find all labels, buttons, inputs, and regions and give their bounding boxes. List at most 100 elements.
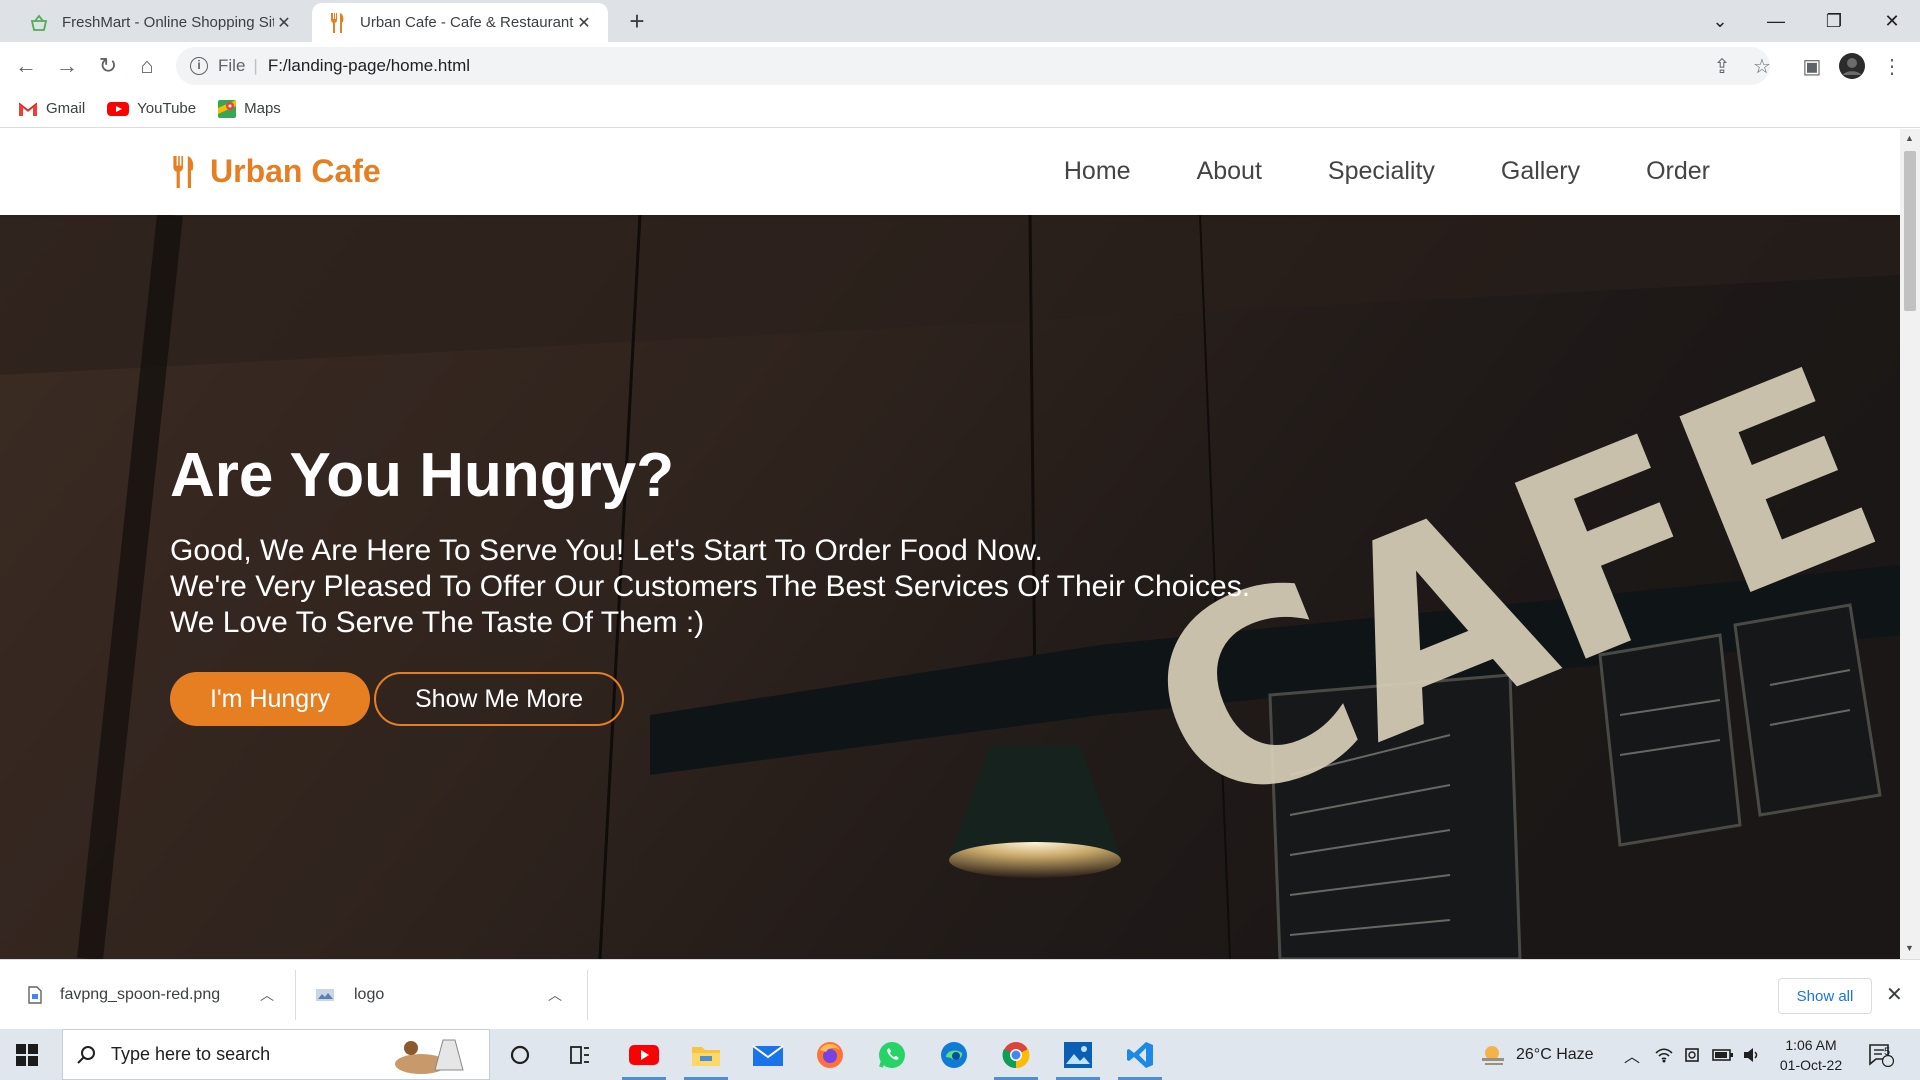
hero-section: CAFE Are You Hungry? Good, We Are Here T… [0,215,1900,959]
download-filename: logo [354,986,385,1003]
maps-icon [218,99,237,118]
minimize-button[interactable]: — [1748,0,1804,42]
vscode-icon[interactable] [1112,1029,1168,1080]
photos-icon[interactable] [1050,1029,1106,1080]
url-separator: | [253,56,258,75]
search-placeholder: Type here to search [111,1044,271,1064]
gmail-icon [18,101,38,117]
close-window-button[interactable]: ✕ [1864,0,1920,42]
site-info-icon[interactable]: i [190,57,208,75]
nav-speciality[interactable]: Speciality [1328,157,1435,186]
search-icon [77,1045,97,1065]
windows-taskbar: Type here to search 26°C Haze ︿ 1:06 AM … [0,1029,1920,1080]
download-filename: favpng_spoon-red.png [60,986,221,1003]
download-item[interactable]: logo ︿ [316,960,576,1030]
url-scheme: File [218,56,246,75]
new-tab-button[interactable]: + [622,6,652,36]
basket-icon [28,12,50,34]
fork-knife-icon [170,155,196,188]
tab-title: Urban Cafe - Cafe & Restaurant [360,14,574,31]
mail-icon[interactable] [740,1029,796,1080]
scroll-up-icon[interactable]: ▲ [1905,133,1914,143]
forward-button[interactable]: → [51,50,83,82]
address-bar[interactable]: i File | F:/landing-page/home.html [176,47,1770,85]
tab-urban-cafe[interactable]: Urban Cafe - Cafe & Restaurant ✕ [312,3,608,42]
im-hungry-button[interactable]: I'm Hungry [170,672,370,726]
divider [587,970,588,1020]
youtube-icon [107,101,130,117]
volume-icon[interactable] [1742,1029,1760,1080]
search-highlight-illustration [391,1034,483,1080]
network-icon[interactable] [1654,1029,1674,1080]
page-scrollbar[interactable]: ▲ ▼ [1900,129,1920,959]
scrollbar-thumb[interactable] [1904,151,1916,311]
show-all-button[interactable]: Show all [1778,978,1872,1014]
file-icon [28,986,42,1004]
bookmark-youtube[interactable]: YouTube [107,100,196,117]
share-icon[interactable]: ⇪ [1706,50,1738,82]
weather-widget[interactable]: 26°C Haze [1480,1029,1594,1080]
tab-search-chevron-icon[interactable]: ⌄ [1692,0,1748,42]
whatsapp-icon[interactable] [864,1029,920,1080]
home-button[interactable]: ⌂ [131,50,163,82]
windows-start-icon[interactable] [16,1044,38,1066]
show-me-more-button[interactable]: Show Me More [374,672,624,726]
hero-line: We're Very Pleased To Offer Our Customer… [170,570,1251,603]
hero-line: We Love To Serve The Taste Of Them :) [170,606,705,639]
haze-icon [1482,1045,1504,1065]
reload-button[interactable]: ↻ [92,50,124,82]
nav-home[interactable]: Home [1064,157,1131,186]
bookmark-star-icon[interactable]: ☆ [1746,50,1778,82]
system-clock[interactable]: 1:06 AM 01-Oct-22 [1766,1035,1856,1075]
browser-tab-strip: FreshMart - Online Shopping Site ✕ Urban… [0,0,1920,42]
bookmarks-bar: Gmail YouTube Maps [0,90,1920,128]
bookmark-maps[interactable]: Maps [218,99,281,118]
tab-freshmart[interactable]: FreshMart - Online Shopping Site ✕ [14,3,308,42]
restore-button[interactable]: ❐ [1806,0,1862,42]
file-explorer-icon[interactable] [678,1029,734,1080]
brand-name: Urban Cafe [210,153,381,189]
close-tab-icon[interactable]: ✕ [274,13,294,33]
chrome-icon[interactable] [988,1029,1044,1080]
main-nav: Home About Speciality Gallery Order [998,157,1710,186]
url-text[interactable]: F:/landing-page/home.html [268,56,470,76]
close-tab-icon[interactable]: ✕ [574,13,594,33]
hero-line: Good, We Are Here To Serve You! Let's St… [170,534,1043,567]
tab-title: FreshMart - Online Shopping Site [62,14,274,31]
menu-kebab-icon[interactable]: ⋮ [1876,50,1908,82]
meet-now-icon[interactable] [1684,1029,1702,1080]
close-download-bar-icon[interactable]: ✕ [1886,982,1903,1007]
hero-title: Are You Hungry? [170,441,675,510]
notification-center-icon[interactable]: 5 [1868,1029,1894,1080]
firefox-icon[interactable] [802,1029,858,1080]
edge-icon[interactable] [926,1029,982,1080]
download-item[interactable]: favpng_spoon-red.png ︿ [28,960,288,1030]
nav-order[interactable]: Order [1646,157,1710,186]
notification-count: 5 [1884,1046,1891,1058]
fork-knife-icon [326,12,348,34]
bookmark-label: Gmail [46,100,86,117]
task-view-icon[interactable] [552,1029,608,1080]
back-button[interactable]: ← [10,50,42,82]
nav-about[interactable]: About [1197,157,1262,186]
bookmark-gmail[interactable]: Gmail [18,100,85,117]
site-logo[interactable]: Urban Cafe [170,153,381,190]
bookmark-label: YouTube [137,100,197,117]
divider [295,970,296,1020]
browser-toolbar: ← → ↻ ⌂ i File | F:/landing-page/home.ht… [0,42,1920,90]
profile-avatar[interactable] [1836,50,1868,82]
chevron-up-icon[interactable]: ︿ [1624,1029,1640,1080]
clock-time: 1:06 AM [1785,1037,1837,1053]
cortana-icon[interactable] [492,1029,548,1080]
taskbar-search[interactable]: Type here to search [62,1029,490,1080]
battery-icon[interactable] [1712,1029,1734,1080]
clock-date: 01-Oct-22 [1779,1057,1843,1073]
chevron-up-icon[interactable]: ︿ [548,985,562,1005]
scroll-down-icon[interactable]: ▼ [1905,943,1914,953]
nav-gallery[interactable]: Gallery [1501,157,1580,186]
chevron-up-icon[interactable]: ︿ [260,985,274,1005]
page-viewport: Urban Cafe Home About Speciality Gallery… [0,129,1900,959]
side-panel-icon[interactable]: ▣ [1796,50,1828,82]
weather-text: 26°C Haze [1516,1045,1594,1063]
youtube-app-icon[interactable] [616,1029,672,1080]
